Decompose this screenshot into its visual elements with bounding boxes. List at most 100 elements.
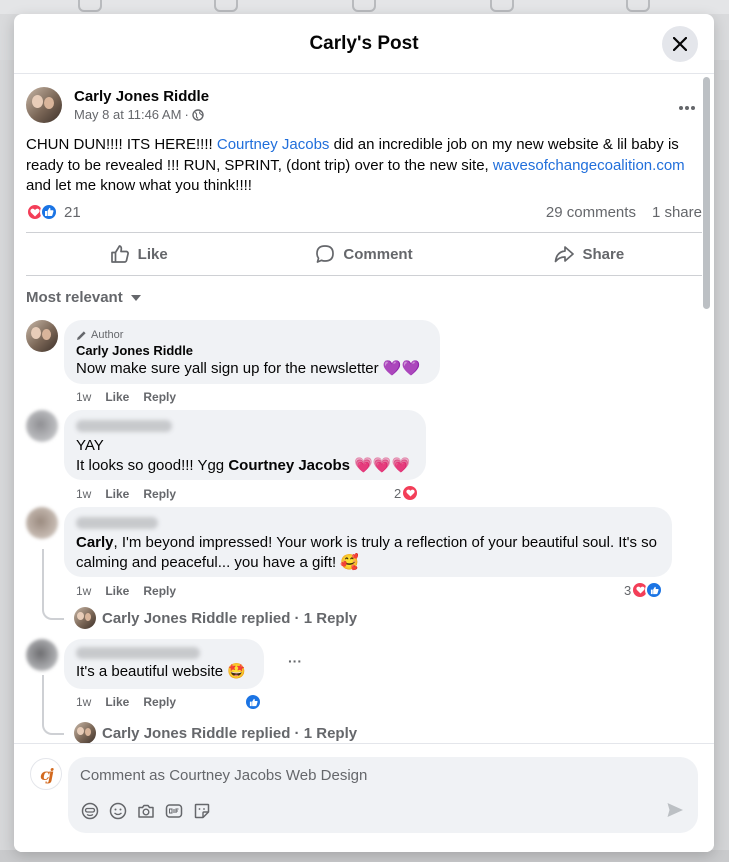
comment-text-part: It looks so good!!! Ygg xyxy=(76,457,229,474)
photo-button[interactable] xyxy=(136,801,155,820)
avatar-initials: cj xyxy=(40,764,53,784)
like-reaction-icon xyxy=(244,693,262,711)
comments-count[interactable]: 29 comments xyxy=(546,204,636,221)
avatar[interactable] xyxy=(26,507,58,539)
author-badge: Author xyxy=(76,328,428,342)
comment-button[interactable]: Comment xyxy=(251,233,476,275)
post-more-options-button[interactable] xyxy=(678,95,696,116)
globe-icon xyxy=(192,109,204,121)
scrollbar[interactable] xyxy=(703,77,710,309)
comment-like-button[interactable]: Like xyxy=(105,695,129,709)
comment-actions: 1w Like Reply xyxy=(76,487,176,501)
comment-bubble: Author Carly Jones Riddle Now make sure … xyxy=(64,320,440,384)
like-reaction-icon xyxy=(645,581,664,599)
avatar[interactable]: cj xyxy=(30,758,62,790)
comment-icon xyxy=(316,245,335,263)
chart-icon xyxy=(352,0,376,12)
avatar[interactable] xyxy=(26,639,58,671)
emoji-button[interactable] xyxy=(108,801,127,820)
share-button[interactable]: Share xyxy=(477,233,702,275)
send-icon xyxy=(667,803,683,817)
ellipsis-icon xyxy=(679,106,695,110)
comment-sort-dropdown[interactable]: Most relevant xyxy=(26,289,141,306)
comment-like-button[interactable]: Like xyxy=(105,487,129,501)
like-button[interactable]: Like xyxy=(26,233,251,275)
like-reaction-icon[interactable] xyxy=(40,203,58,221)
view-replies-link[interactable]: Carly Jones Riddle replied · 1 Reply xyxy=(74,722,357,743)
comment-text: YAY xyxy=(76,437,104,454)
avatar[interactable] xyxy=(26,410,58,442)
avatar xyxy=(74,722,96,743)
background-page-nav xyxy=(0,0,729,14)
comment-actions: 1w Like Reply xyxy=(76,695,176,709)
video-icon xyxy=(626,0,650,12)
reaction-count[interactable]: 21 xyxy=(64,204,81,221)
close-button[interactable] xyxy=(662,26,698,62)
comment-bubble: Carly, I'm beyond impressed! Your work i… xyxy=(64,507,672,577)
comment-time[interactable]: 1w xyxy=(76,390,91,404)
commenter-name[interactable]: Carly Jones Riddle xyxy=(76,342,428,359)
avatar-sticker-button[interactable] xyxy=(80,801,99,820)
mention-link[interactable]: Carly xyxy=(76,534,114,551)
shares-count[interactable]: 1 share xyxy=(652,204,702,221)
comment-time[interactable]: 1w xyxy=(76,584,91,598)
reply-thread-line xyxy=(42,675,64,735)
post-author-name[interactable]: Carly Jones Riddle xyxy=(74,87,209,107)
comment-reply-button[interactable]: Reply xyxy=(143,487,176,501)
replied-label: Carly Jones Riddle replied · 1 Reply xyxy=(102,724,358,742)
composer-toolbar xyxy=(80,801,211,820)
sticker-button[interactable] xyxy=(192,801,211,820)
commenter-name-redacted[interactable] xyxy=(76,647,200,659)
share-icon xyxy=(555,246,575,263)
comment-reactions[interactable] xyxy=(244,693,262,711)
comment-text-part: , I'm beyond impressed! Your work is tru… xyxy=(76,534,658,571)
comment-item: YAY It looks so good!!! Ygg Courtney Jac… xyxy=(26,410,702,502)
post-text: CHUN DUN!!!! ITS HERE!!!! xyxy=(26,136,217,153)
comment-like-button[interactable]: Like xyxy=(105,390,129,404)
comment-reply-button[interactable]: Reply xyxy=(143,695,176,709)
camera-icon xyxy=(137,804,154,818)
comment-text: It looks so good!!! Ygg Courtney Jacobs … xyxy=(76,456,414,476)
close-icon xyxy=(673,37,687,51)
comment-time[interactable]: 1w xyxy=(76,487,91,501)
post-body: CHUN DUN!!!! ITS HERE!!!! Courtney Jacob… xyxy=(26,135,702,197)
comment-reaction-count: 2 xyxy=(394,485,402,501)
dialog-header: Carly's Post xyxy=(14,14,714,74)
comment-item: It's a beautiful website 🤩 ··· 1w Like R… xyxy=(26,639,702,711)
send-comment-button[interactable] xyxy=(666,801,684,824)
background-page-left xyxy=(0,60,14,862)
post-dialog: Carly's Post Carly Jones Riddle May 8 at… xyxy=(14,14,714,852)
comment-reaction-count: 3 xyxy=(624,582,632,598)
comment-time[interactable]: 1w xyxy=(76,695,91,709)
avatar[interactable] xyxy=(26,320,58,352)
avatar[interactable] xyxy=(26,87,62,123)
gif-icon xyxy=(165,803,182,818)
commenter-name-redacted[interactable] xyxy=(76,420,172,432)
comment-item: Author Carly Jones Riddle Now make sure … xyxy=(26,320,702,405)
love-reaction-icon xyxy=(401,484,420,502)
author-badge-label: Author xyxy=(91,329,124,341)
comment-actions: 1w Like Reply xyxy=(76,584,176,598)
post-scroll-area[interactable]: Carly Jones Riddle May 8 at 11:46 AM · C… xyxy=(14,75,714,743)
website-link[interactable]: wavesofchangecoalition.com xyxy=(493,157,685,174)
comment-more-options-button[interactable]: ··· xyxy=(288,653,302,669)
comment-like-button[interactable]: Like xyxy=(105,584,129,598)
comment-input[interactable]: Comment as Courtney Jacobs Web Design xyxy=(68,757,698,833)
view-replies-link[interactable]: Carly Jones Riddle replied · 1 Reply xyxy=(74,607,357,629)
post-header: Carly Jones Riddle May 8 at 11:46 AM · xyxy=(26,87,209,123)
comment-reply-button[interactable]: Reply xyxy=(143,390,176,404)
gif-button[interactable] xyxy=(164,801,183,820)
mention-link[interactable]: Courtney Jacobs xyxy=(217,136,330,153)
comment-reply-button[interactable]: Reply xyxy=(143,584,176,598)
post-text: and let me know what you think!!!! xyxy=(26,177,252,194)
commenter-name-redacted[interactable] xyxy=(76,517,158,529)
home-icon xyxy=(78,0,102,12)
megaphone-icon xyxy=(490,0,514,12)
comment-text: It's a beautiful website 🤩 xyxy=(76,663,246,680)
comment-reactions[interactable]: 3 xyxy=(624,581,664,599)
comment-label: Comment xyxy=(343,245,413,263)
comment-reactions[interactable]: 2 xyxy=(394,484,420,502)
mention-link[interactable]: Courtney Jacobs xyxy=(228,457,350,474)
comment-text: Now make sure yall sign up for the newsl… xyxy=(76,360,421,377)
post-timestamp[interactable]: May 8 at 11:46 AM xyxy=(74,107,181,123)
